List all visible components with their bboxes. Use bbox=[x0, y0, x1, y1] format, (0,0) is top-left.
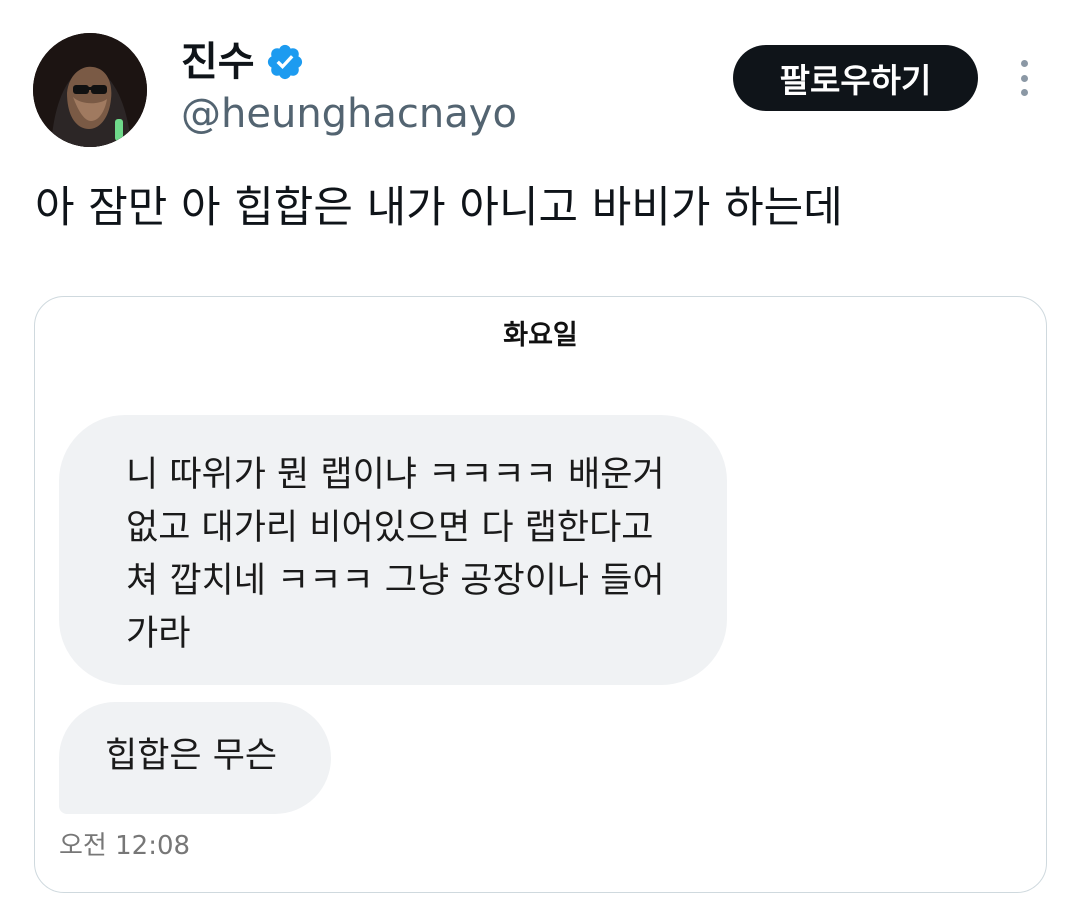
author-name-row: 진수 bbox=[181, 34, 305, 90]
display-name[interactable]: 진수 bbox=[181, 42, 255, 82]
follow-button[interactable]: 팔로우하기 bbox=[733, 45, 978, 111]
more-dot bbox=[1020, 89, 1028, 96]
chat-message-line: 니 따위가 뭔 랩이냐 ㅋㅋㅋㅋ 배운거 bbox=[126, 455, 665, 495]
avatar[interactable] bbox=[33, 33, 147, 147]
tweet-media-image[interactable]: 화요일 니 따위가 뭔 랩이냐 ㅋㅋㅋㅋ 배운거 없고 대가리 비어있으면 다 … bbox=[34, 296, 1047, 893]
chat-message-line: 쳐 깝치네 ㅋㅋㅋ 그냥 공장이나 들어 bbox=[126, 561, 665, 601]
chat-message-bubble: 힙합은 무슨 bbox=[59, 702, 331, 814]
chat-message-bubble: 니 따위가 뭔 랩이냐 ㅋㅋㅋㅋ 배운거 없고 대가리 비어있으면 다 랩한다고… bbox=[59, 415, 727, 685]
more-dot bbox=[1020, 74, 1028, 82]
more-dot bbox=[1020, 60, 1028, 67]
chat-message-line: 가라 bbox=[126, 614, 191, 654]
chat-message-line: 없고 대가리 비어있으면 다 랩한다고 bbox=[126, 508, 654, 548]
chat-day-label: 화요일 bbox=[503, 320, 578, 351]
chat-message-line: 힙합은 무슨 bbox=[105, 736, 278, 776]
avatar-image bbox=[33, 33, 147, 147]
tweet: 진수 @heunghacnayo 팔로우하기 아 잠만 아 힙합은 내가 아니고… bbox=[0, 0, 1080, 921]
user-handle[interactable]: @heunghacnayo bbox=[181, 90, 517, 138]
tweet-text: 아 잠만 아 힙합은 내가 아니고 바비가 하는데 bbox=[35, 183, 843, 233]
verified-badge-icon bbox=[267, 44, 302, 80]
chat-timestamp: 오전 12:08 bbox=[59, 831, 191, 861]
more-dots-icon[interactable] bbox=[1006, 58, 1042, 98]
